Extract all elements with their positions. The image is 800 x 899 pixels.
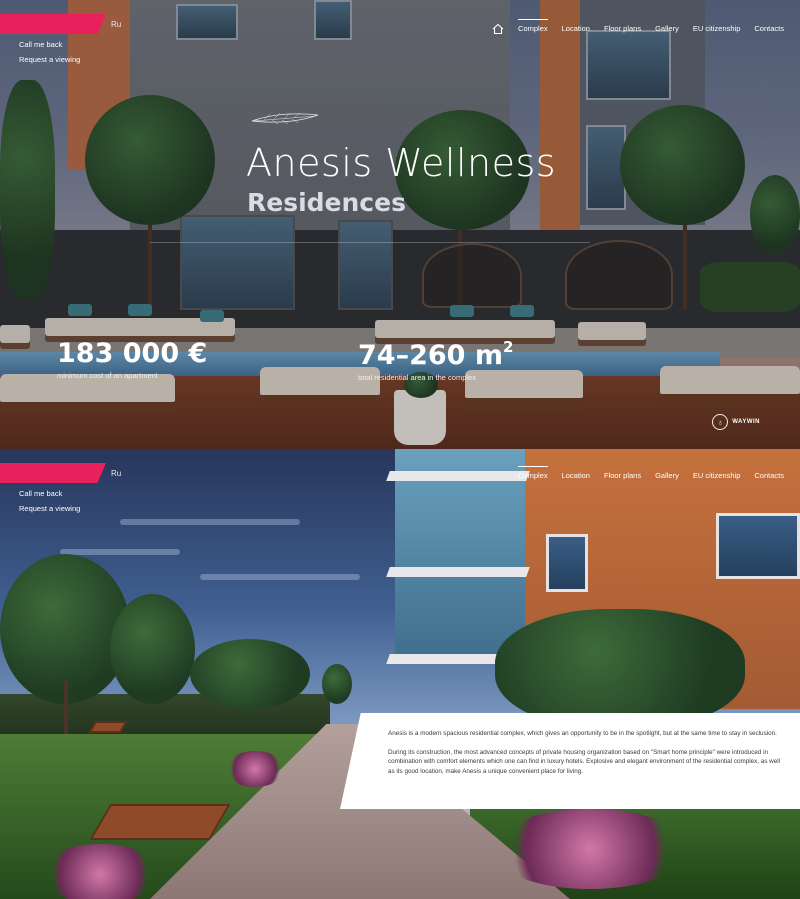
tree (495, 609, 745, 729)
about-section: Ru Call me back Request a viewing Comple… (0, 449, 800, 899)
language-switch[interactable]: Ru (111, 20, 121, 29)
hero-title: Anesis Wellness (246, 141, 557, 185)
site-header: Ru Call me back Request a viewing Comple… (0, 0, 800, 70)
tree (322, 664, 352, 704)
brand-ribbon[interactable] (0, 14, 106, 34)
window (716, 513, 800, 579)
nav-item-contacts[interactable]: Contacts (754, 471, 784, 480)
nav-item-floor-plans[interactable]: Floor plans (604, 24, 641, 33)
cloud (60, 549, 180, 555)
language-switch[interactable]: Ru (111, 469, 121, 478)
stat-label: minimum cost of an apartment (57, 371, 158, 380)
stat-value-superscript: 2 (502, 338, 514, 356)
hero-divider (150, 242, 590, 243)
nav-item-location[interactable]: Location (562, 24, 590, 33)
stat-value-text: 74–260 m (358, 340, 503, 371)
flower-bed (225, 751, 285, 787)
call-me-back-link[interactable]: Call me back (19, 489, 80, 498)
nav-item-floor-plans[interactable]: Floor plans (604, 471, 641, 480)
nav-item-location[interactable]: Location (562, 471, 590, 480)
nav-item-eu-citizenship[interactable]: EU citizenship (693, 471, 741, 480)
main-nav: Complex Location Floor plans Gallery EU … (492, 18, 784, 35)
flower-bed (490, 809, 690, 889)
cloud (200, 574, 360, 580)
about-paragraph: During its construction, the most advanc… (388, 748, 781, 775)
stat-value: 74–260 m2 (358, 338, 513, 371)
brand-ribbon[interactable] (0, 463, 106, 483)
about-paragraph: Anesis is a modern spacious residential … (388, 730, 777, 737)
main-nav: Complex Location Floor plans Gallery EU … (518, 466, 784, 480)
watermark: ♁ WAYWIN (712, 414, 760, 430)
site-header-sticky: Ru Call me back Request a viewing Comple… (0, 449, 800, 519)
stat-label: total residential area in the complex (358, 373, 476, 382)
nav-item-complex[interactable]: Complex (518, 18, 548, 33)
home-icon[interactable] (492, 22, 504, 35)
feather-icon (251, 112, 319, 125)
cloud (120, 519, 300, 525)
about-card: Anesis is a modern spacious residential … (340, 713, 800, 809)
watermark-logo-icon: ♁ (712, 414, 729, 430)
side-actions: Call me back Request a viewing (19, 40, 80, 64)
stat-min-price: 183 000 € minimum cost of an apartment (57, 338, 207, 380)
request-viewing-link[interactable]: Request a viewing (19, 55, 80, 64)
stat-area: 74–260 m2 total residential area in the … (358, 338, 513, 382)
balcony (386, 567, 530, 577)
nav-item-gallery[interactable]: Gallery (655, 24, 679, 33)
nav-item-eu-citizenship[interactable]: EU citizenship (693, 24, 741, 33)
hero-section: Ru Call me back Request a viewing Comple… (0, 0, 800, 449)
nav-item-complex[interactable]: Complex (518, 466, 548, 480)
garden-bench (89, 804, 231, 840)
call-me-back-link[interactable]: Call me back (19, 40, 80, 49)
watermark-text: WAYWIN (732, 419, 760, 425)
nav-item-gallery[interactable]: Gallery (655, 471, 679, 480)
window (546, 534, 588, 592)
flower-bed (40, 844, 160, 899)
tree (110, 594, 195, 704)
tree-trunk (64, 679, 68, 739)
request-viewing-link[interactable]: Request a viewing (19, 504, 80, 513)
stat-value: 183 000 € (57, 338, 208, 369)
nav-item-contacts[interactable]: Contacts (754, 24, 784, 33)
hero-subtitle: Residences (247, 188, 406, 217)
tree (190, 639, 310, 709)
side-actions: Call me back Request a viewing (19, 489, 80, 513)
